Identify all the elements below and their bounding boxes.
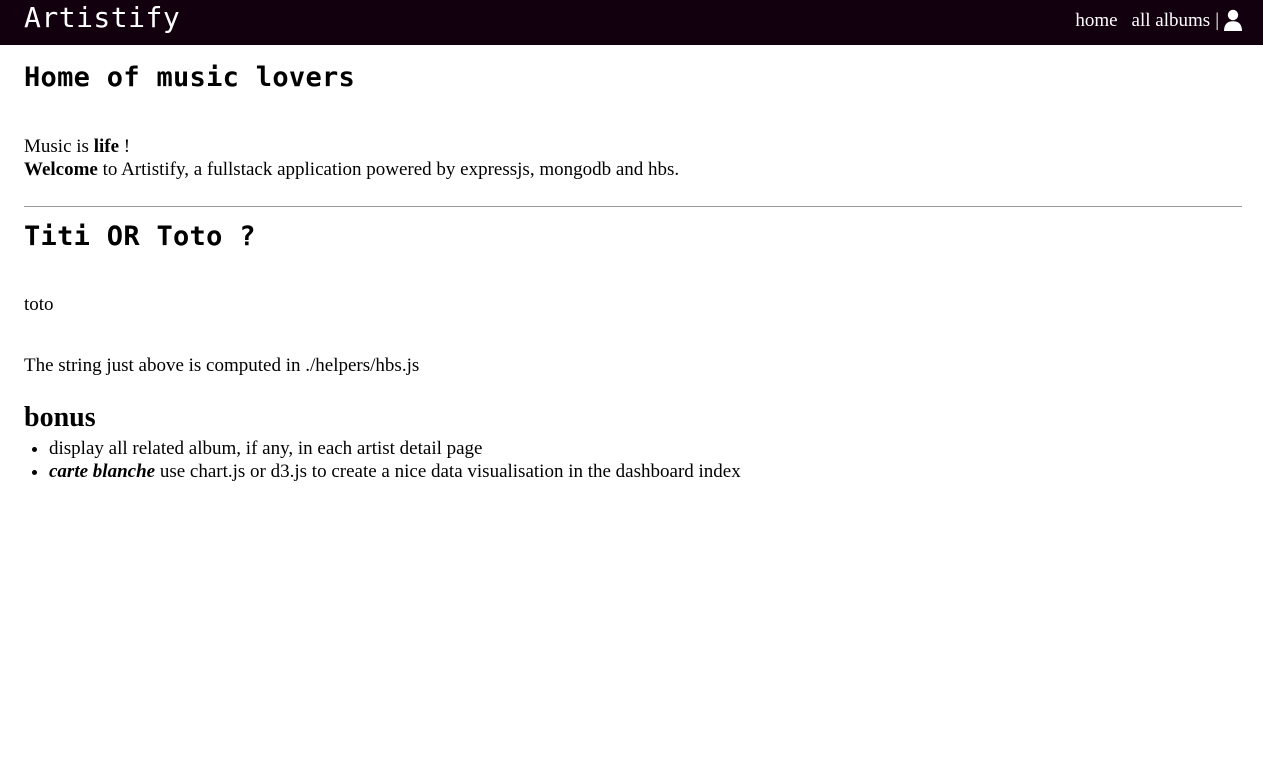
navbar: Artistify home all albums | bbox=[0, 0, 1263, 45]
intro-prefix: Music is bbox=[24, 136, 94, 157]
user-icon[interactable] bbox=[1223, 9, 1243, 31]
page-title: Home of music lovers bbox=[24, 62, 356, 93]
intro-suffix: ! bbox=[119, 136, 131, 157]
list-item: display all related album, if any, in ea… bbox=[49, 437, 741, 460]
section-title: Titi OR Toto ? bbox=[24, 221, 256, 252]
intro-welcome-bold: Welcome bbox=[24, 159, 98, 180]
divider bbox=[24, 206, 1242, 207]
nav-link-all-albums[interactable]: all albums bbox=[1132, 9, 1211, 33]
intro-description: to Artistify, a fullstack application po… bbox=[97, 159, 680, 180]
list-item: carte blanche use chart.js or d3.js to c… bbox=[49, 460, 741, 483]
intro-line-2: Welcome to Artistify, a fullstack applic… bbox=[24, 158, 679, 181]
bonus-item-2-text: use chart.js or d3.js to create a nice d… bbox=[155, 461, 741, 482]
nav-link-home[interactable]: home bbox=[1075, 9, 1117, 33]
nav-menu: home all albums | bbox=[1061, 9, 1243, 33]
intro-line-1: Music is life ! bbox=[24, 135, 130, 158]
carte-blanche-emphasis: carte blanche bbox=[49, 461, 156, 482]
bonus-list: display all related album, if any, in ea… bbox=[24, 437, 741, 483]
brand-logo-link[interactable]: Artistify bbox=[24, 1, 180, 35]
bonus-item-1-text: display all related album, if any, in ea… bbox=[49, 438, 483, 459]
intro-life-bold: life bbox=[93, 136, 120, 157]
bonus-title: bonus bbox=[24, 402, 96, 433]
computed-value: toto bbox=[24, 294, 54, 315]
nav-separator: | bbox=[1215, 10, 1219, 31]
helper-note: The string just above is computed in ./h… bbox=[24, 355, 420, 376]
